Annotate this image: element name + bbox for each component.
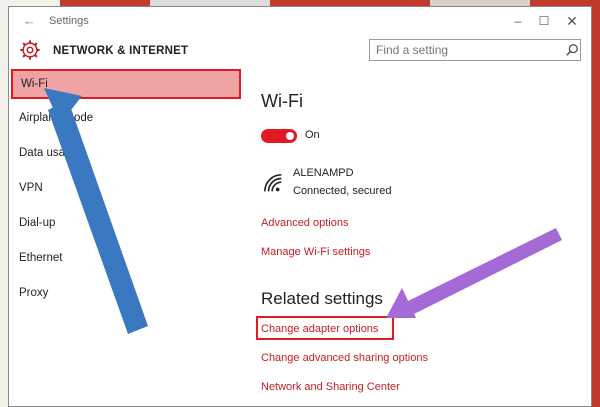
sidebar-item-label: Data usage bbox=[19, 147, 78, 159]
sidebar-item-vpn[interactable]: VPN bbox=[9, 173, 241, 203]
network-status: Connected, secured bbox=[293, 185, 392, 197]
sidebar-item-dial-up[interactable]: Dial-up bbox=[9, 208, 241, 238]
search-input[interactable] bbox=[369, 39, 581, 61]
app-title: Settings bbox=[49, 15, 89, 27]
sidebar-item-data-usage[interactable]: Data usage bbox=[9, 138, 241, 168]
maximize-icon[interactable]: ☐ bbox=[533, 11, 555, 31]
sidebar-item-ethernet[interactable]: Ethernet bbox=[9, 243, 241, 273]
search-icon[interactable] bbox=[565, 43, 579, 57]
back-arrow-icon[interactable]: ← bbox=[23, 13, 36, 28]
related-settings-title: Related settings bbox=[261, 289, 383, 308]
close-icon[interactable]: ✕ bbox=[561, 11, 583, 31]
sidebar-item-label: Airplane mode bbox=[19, 112, 94, 124]
page-title: Wi-Fi bbox=[261, 91, 303, 111]
sidebar-item-proxy[interactable]: Proxy bbox=[9, 278, 241, 308]
main-content: Wi-Fi On ALENAMPD Connected, secured Adv… bbox=[249, 67, 591, 406]
sidebar-item-wifi[interactable]: Wi-Fi bbox=[11, 69, 241, 99]
sidebar-item-label: VPN bbox=[19, 182, 43, 194]
sidebar-item-label: Wi-Fi bbox=[21, 78, 48, 90]
toggle-state-label: On bbox=[305, 129, 320, 141]
sidebar-item-airplane-mode[interactable]: Airplane mode bbox=[9, 103, 241, 133]
toggle-knob bbox=[286, 132, 294, 140]
sidebar-item-label: Proxy bbox=[19, 287, 49, 299]
minimize-icon[interactable]: – bbox=[507, 11, 529, 31]
sidebar: Wi-Fi Airplane mode Data usage VPN Dial-… bbox=[9, 67, 249, 406]
advanced-options-link[interactable]: Advanced options bbox=[261, 217, 348, 229]
wifi-signal-icon bbox=[264, 174, 282, 192]
wifi-toggle[interactable] bbox=[261, 129, 297, 143]
title-bar: ← Settings – ☐ ✕ bbox=[9, 7, 591, 35]
change-advanced-sharing-link[interactable]: Change advanced sharing options bbox=[261, 352, 428, 364]
sidebar-item-label: Ethernet bbox=[19, 252, 63, 264]
page-header: NETWORK & INTERNET bbox=[9, 35, 591, 69]
settings-window: ← Settings – ☐ ✕ NETWORK & INTERNET Wi-F… bbox=[8, 6, 592, 407]
gear-icon bbox=[20, 40, 40, 60]
manage-wifi-settings-link[interactable]: Manage Wi-Fi settings bbox=[261, 246, 370, 258]
network-name: ALENAMPD bbox=[293, 167, 354, 179]
network-sharing-center-link[interactable]: Network and Sharing Center bbox=[261, 381, 400, 393]
section-title: NETWORK & INTERNET bbox=[53, 45, 189, 57]
sidebar-item-label: Dial-up bbox=[19, 217, 56, 229]
change-adapter-options-link[interactable]: Change adapter options bbox=[261, 323, 378, 335]
